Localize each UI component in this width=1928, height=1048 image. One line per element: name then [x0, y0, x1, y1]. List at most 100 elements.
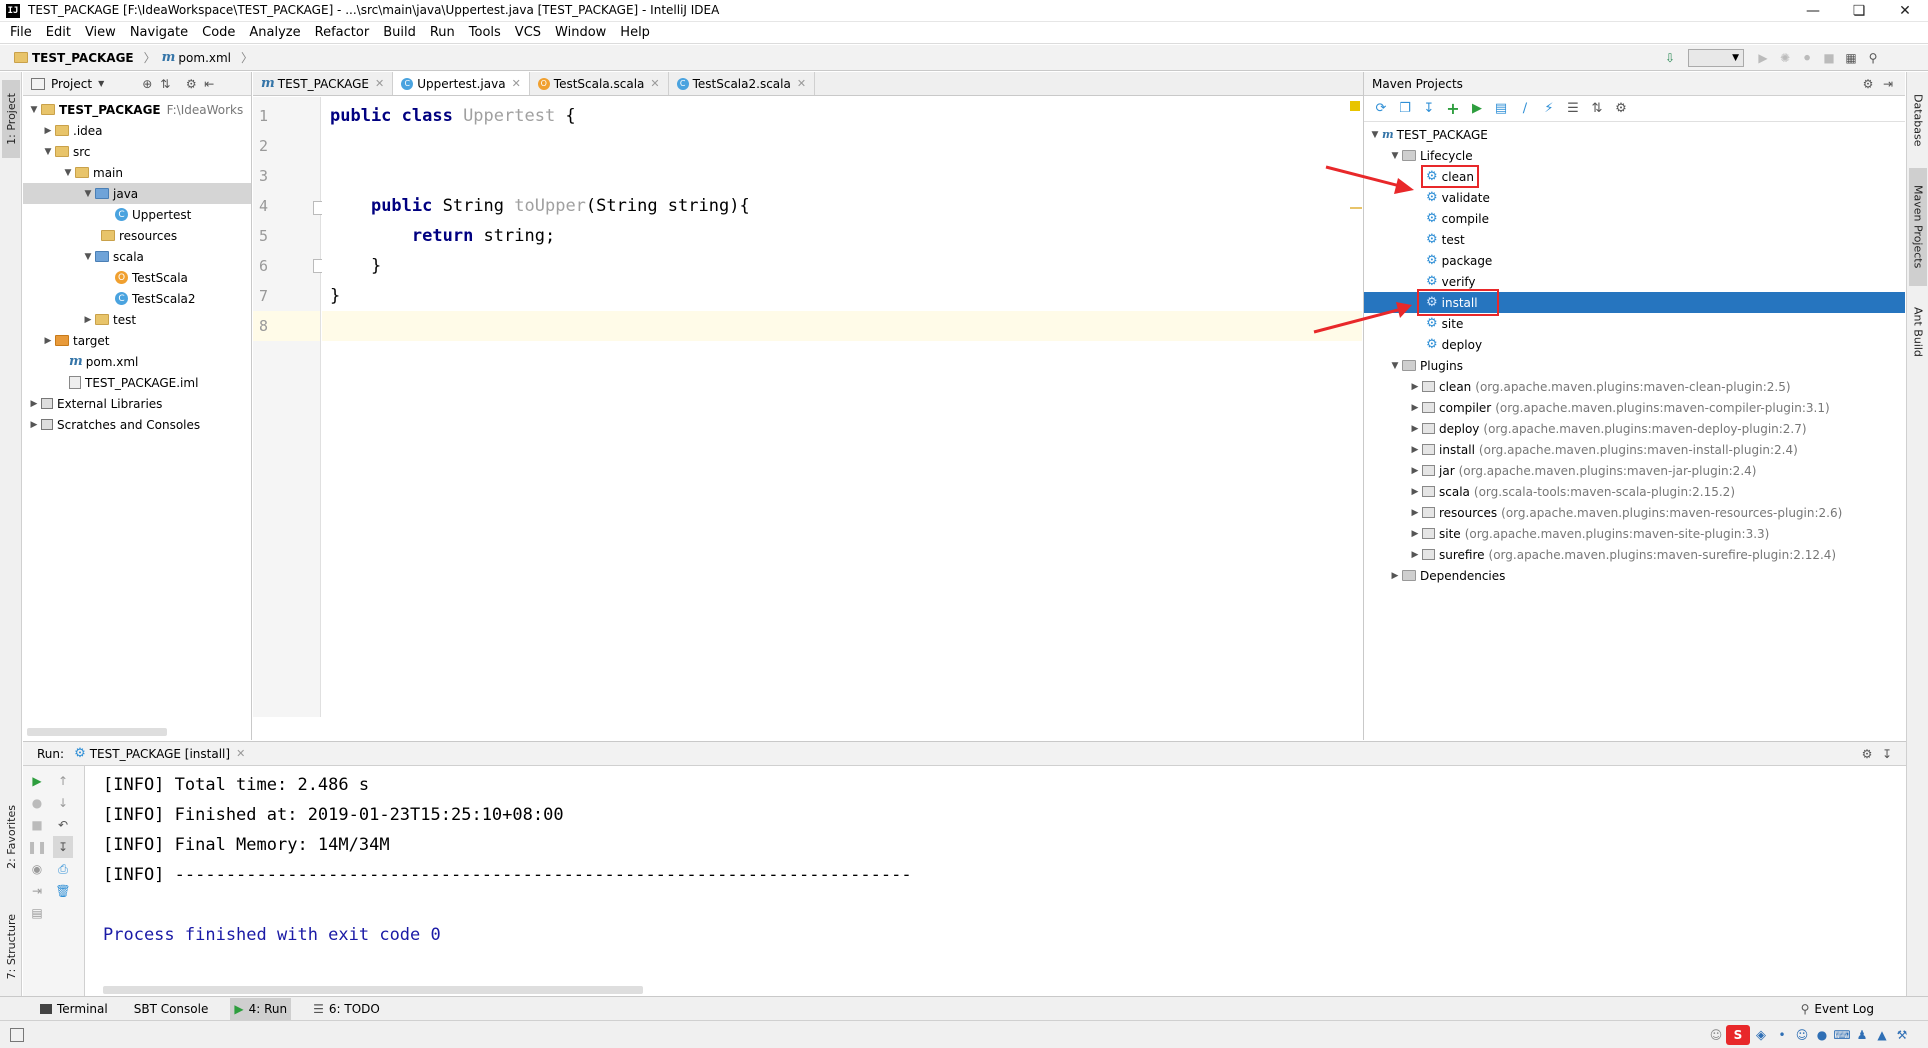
- keyboard-icon[interactable]: ⌨: [1832, 1028, 1852, 1042]
- hide-panel-icon[interactable]: ⇤: [200, 77, 218, 91]
- arrow-up-icon[interactable]: ↑: [53, 770, 73, 792]
- show-dependencies-icon[interactable]: ☰: [1562, 99, 1584, 119]
- hide-panel-icon[interactable]: ↧: [1876, 747, 1898, 761]
- lifecycle-phase-site[interactable]: ⚙ site: [1364, 313, 1905, 334]
- project-tool-button[interactable]: 1: Project: [2, 80, 20, 158]
- generate-sources-icon[interactable]: ❐: [1394, 99, 1416, 119]
- minimize-button[interactable]: —: [1790, 0, 1836, 22]
- chevron-down-icon[interactable]: ▼: [98, 79, 104, 88]
- add-icon[interactable]: +: [1442, 99, 1464, 119]
- tool-windows-toggle-icon[interactable]: [10, 1028, 24, 1042]
- close-tab-icon[interactable]: ✕: [650, 77, 659, 90]
- horizontal-scrollbar[interactable]: [27, 728, 167, 736]
- build-icon[interactable]: ⇩: [1660, 51, 1680, 65]
- dump-threads-icon[interactable]: ◉: [27, 858, 47, 880]
- tree-item-root[interactable]: ▼ TEST_PACKAGE F:\IdeaWorks: [23, 99, 251, 120]
- rerun-icon[interactable]: ▶: [27, 770, 47, 792]
- maven-projects-tool-button[interactable]: Maven Projects: [1909, 168, 1927, 286]
- stop-icon[interactable]: ■: [27, 814, 47, 836]
- clear-all-icon[interactable]: 🗑: [53, 880, 73, 902]
- plugin-compiler[interactable]: ▶ compiler (org.apache.maven.plugins:mav…: [1364, 397, 1905, 418]
- run-tab[interactable]: TEST_PACKAGE [install]: [90, 747, 230, 761]
- close-tab-icon[interactable]: ✕: [512, 77, 521, 90]
- menu-help[interactable]: Help: [620, 25, 650, 40]
- hide-panel-icon[interactable]: ⇥: [1877, 77, 1899, 91]
- menu-vcs[interactable]: VCS: [515, 25, 541, 40]
- tab-uppertest-java[interactable]: C Uppertest.java ✕: [393, 72, 530, 95]
- close-tab-icon[interactable]: ✕: [375, 77, 384, 90]
- lifecycle-phase-test[interactable]: ⚙ test: [1364, 229, 1905, 250]
- tab-test-package[interactable]: m TEST_PACKAGE ✕: [253, 72, 394, 95]
- chevron-right-icon[interactable]: ▶: [1408, 382, 1422, 392]
- maven-root[interactable]: ▼ m TEST_PACKAGE: [1364, 124, 1905, 145]
- close-window-button[interactable]: ✕: [1882, 0, 1928, 22]
- chevron-right-icon[interactable]: ▶: [81, 315, 95, 325]
- plugin-site[interactable]: ▶ site (org.apache.maven.plugins:maven-s…: [1364, 523, 1905, 544]
- terminal-tool-button[interactable]: Terminal: [36, 998, 112, 1020]
- console-output[interactable]: [INFO] Total time: 2.486 s [INFO] Finish…: [103, 770, 912, 950]
- todo-tool-button[interactable]: ☰ 6: TODO: [309, 998, 384, 1020]
- chevron-right-icon[interactable]: ▶: [1408, 445, 1422, 455]
- close-tab-icon[interactable]: ✕: [236, 747, 245, 760]
- run-icon[interactable]: ▶: [1466, 99, 1488, 119]
- tree-item-pom[interactable]: m pom.xml: [23, 351, 251, 372]
- user-icon[interactable]: ♟: [1852, 1028, 1872, 1042]
- plugin-scala[interactable]: ▶ scala (org.scala-tools:maven-scala-plu…: [1364, 481, 1905, 502]
- menu-run[interactable]: Run: [430, 25, 455, 40]
- lifecycle-phase-package[interactable]: ⚙ package: [1364, 250, 1905, 271]
- tree-item-target[interactable]: ▶ target: [23, 330, 251, 351]
- chevron-down-icon[interactable]: ▼: [61, 168, 75, 178]
- pause-output-icon[interactable]: ●: [27, 792, 47, 814]
- plugin-resources[interactable]: ▶ resources (org.apache.maven.plugins:ma…: [1364, 502, 1905, 523]
- skip-tests-icon[interactable]: ⚡: [1538, 99, 1560, 119]
- chevron-down-icon[interactable]: ▼: [27, 105, 41, 115]
- menu-view[interactable]: View: [85, 25, 116, 40]
- menu-code[interactable]: Code: [202, 25, 235, 40]
- tab-testscala[interactable]: O TestScala.scala ✕: [530, 72, 669, 95]
- tree-item-src[interactable]: ▼ src: [23, 141, 251, 162]
- maven-settings-icon[interactable]: ⚙: [1610, 99, 1632, 119]
- chevron-down-icon[interactable]: ▼: [81, 189, 95, 199]
- lifecycle-phase-clean[interactable]: ⚙ clean: [1364, 165, 1905, 188]
- coverage-icon[interactable]: ⚫: [1796, 51, 1818, 65]
- stop-icon[interactable]: ■: [1818, 51, 1840, 65]
- tree-item-external-libraries[interactable]: ▶ External Libraries: [23, 393, 251, 414]
- lifecycle-phase-validate[interactable]: ⚙ validate: [1364, 187, 1905, 208]
- sbt-console-tool-button[interactable]: SBT Console: [130, 998, 213, 1020]
- chevron-right-icon[interactable]: ▶: [1408, 403, 1422, 413]
- debug-icon[interactable]: ✺: [1774, 51, 1796, 65]
- microphone-icon[interactable]: ●: [1812, 1028, 1832, 1042]
- tab-testscala2[interactable]: C TestScala2.scala ✕: [669, 72, 816, 95]
- maven-plugins[interactable]: ▼ Plugins: [1364, 355, 1905, 376]
- plugin-deploy[interactable]: ▶ deploy (org.apache.maven.plugins:maven…: [1364, 418, 1905, 439]
- ime-mode-icon[interactable]: ◈: [1750, 1028, 1772, 1043]
- project-panel-title[interactable]: Project: [51, 77, 92, 91]
- tree-item-uppertest[interactable]: C Uppertest: [23, 204, 251, 225]
- lifecycle-phase-compile[interactable]: ⚙ compile: [1364, 208, 1905, 229]
- tree-item-idea[interactable]: ▶ .idea: [23, 120, 251, 141]
- plugin-install[interactable]: ▶ install (org.apache.maven.plugins:mave…: [1364, 439, 1905, 460]
- exit-icon[interactable]: ⇥: [27, 880, 47, 902]
- chevron-right-icon[interactable]: ▶: [1408, 550, 1422, 560]
- tree-item-main[interactable]: ▼ main: [23, 162, 251, 183]
- execute-goal-icon[interactable]: ▤: [1490, 99, 1512, 119]
- event-log-tool-button[interactable]: ⚲ Event Log: [1797, 998, 1878, 1020]
- shirt-icon[interactable]: ▲: [1872, 1028, 1892, 1042]
- ime-punctuation-icon[interactable]: •: [1772, 1028, 1792, 1042]
- reimport-icon[interactable]: ⟳: [1370, 99, 1392, 119]
- menu-file[interactable]: File: [10, 25, 32, 40]
- chevron-right-icon[interactable]: ▶: [41, 126, 55, 136]
- maven-dependencies[interactable]: ▶ Dependencies: [1364, 565, 1905, 586]
- emoji-icon[interactable]: ☺: [1792, 1028, 1812, 1042]
- close-tab-icon[interactable]: ✕: [797, 77, 806, 90]
- chevron-down-icon[interactable]: ▼: [1368, 130, 1382, 140]
- gear-icon[interactable]: ⚙: [1858, 747, 1876, 761]
- warning-marker-icon[interactable]: [1350, 101, 1360, 111]
- lifecycle-phase-deploy[interactable]: ⚙ deploy: [1364, 334, 1905, 355]
- tree-item-java[interactable]: ▼ java: [23, 183, 251, 204]
- tree-item-testscala[interactable]: O TestScala: [23, 267, 251, 288]
- tree-item-resources[interactable]: resources: [23, 225, 251, 246]
- chevron-right-icon[interactable]: ▶: [1408, 508, 1422, 518]
- code-editor[interactable]: public class Uppertest { public String t…: [322, 97, 1362, 717]
- maximize-button[interactable]: ❏: [1836, 0, 1882, 22]
